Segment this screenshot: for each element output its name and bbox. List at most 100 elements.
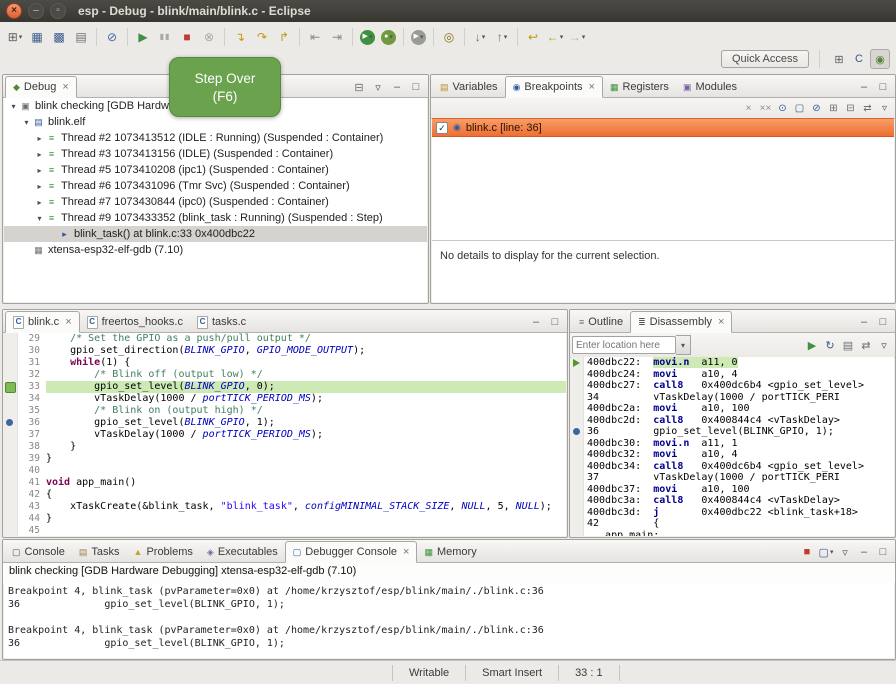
editor-annotation-ruler[interactable] bbox=[4, 453, 18, 465]
tab-modules[interactable]: ▣Modules bbox=[676, 77, 744, 97]
disassembly-line[interactable]: 37 vTaskDelay(1000 / portTICK_PERI bbox=[571, 472, 894, 484]
minimize-icon[interactable]: – bbox=[527, 313, 545, 331]
tab-freertos-hooks-c[interactable]: Cfreertos_hooks.c bbox=[80, 312, 190, 332]
view-menu-icon[interactable]: ▿ bbox=[876, 100, 893, 117]
collapse-all-icon[interactable]: ⊟ bbox=[350, 78, 368, 96]
disassembly-line[interactable]: 34 vTaskDelay(1000 / portTICK_PERI bbox=[571, 392, 894, 404]
view-menu-icon[interactable]: ▿ bbox=[875, 336, 893, 354]
debug-tree-item[interactable]: ▸blink_task() at blink.c:33 0x400dbc22 bbox=[4, 226, 427, 242]
view-menu-icon[interactable]: ▿ bbox=[836, 543, 854, 561]
quick-access-button[interactable]: Quick Access bbox=[721, 50, 809, 68]
skip-all-breakpoints-icon[interactable]: ⊘ bbox=[102, 27, 122, 47]
code-line[interactable]: /* Set the GPIO as a push/pull output */ bbox=[46, 333, 566, 345]
minimize-icon[interactable]: – bbox=[388, 78, 406, 96]
code-editor[interactable]: 29 /* Set the GPIO as a push/pull output… bbox=[4, 333, 566, 536]
disassembly-line[interactable]: 400dbc37: movi a10, 100 bbox=[571, 484, 894, 496]
instruction-stepping-icon[interactable]: ⇥ bbox=[327, 27, 347, 47]
tab-debugger-console[interactable]: ▢Debugger Console× bbox=[285, 541, 418, 563]
external-tools-icon[interactable]: ▶▾ bbox=[411, 30, 426, 45]
disassembly-line[interactable]: 400dbc3d: j 0x400dbc22 <blink_task+18> bbox=[571, 507, 894, 519]
minimize-icon[interactable]: – bbox=[855, 543, 873, 561]
breakpoint-checkbox[interactable]: ✓ bbox=[436, 122, 448, 134]
tab-variables[interactable]: ▤Variables bbox=[433, 77, 505, 97]
debug-tree-item[interactable]: ▸≡Thread #6 1073431096 (Tmr Svc) (Suspen… bbox=[4, 178, 427, 194]
debug-tree-item[interactable]: ▸≡Thread #5 1073410208 (ipc1) (Suspended… bbox=[4, 162, 427, 178]
disassembly-line[interactable]: 400dbc22: movi.n a11, 0 bbox=[571, 357, 894, 369]
tab-problems[interactable]: ▲Problems bbox=[127, 542, 200, 562]
minimize-icon[interactable]: – bbox=[855, 78, 873, 96]
tab-console[interactable]: ▢Console bbox=[5, 542, 72, 562]
maximize-icon[interactable]: □ bbox=[874, 313, 892, 331]
code-line[interactable]: /* Blink on (output high) */ bbox=[46, 405, 566, 417]
disassembly-line[interactable]: 400dbc34: call8 0x400dc6b4 <gpio_set_lev… bbox=[571, 461, 894, 473]
close-tab-icon[interactable]: × bbox=[589, 81, 595, 93]
terminate-icon[interactable]: ■ bbox=[177, 27, 197, 47]
editor-annotation-ruler[interactable] bbox=[4, 417, 18, 429]
location-dropdown-icon[interactable]: ▾ bbox=[676, 335, 691, 355]
code-line[interactable]: { bbox=[46, 489, 566, 501]
debug-icon[interactable]: ●▾ bbox=[381, 30, 396, 45]
show-source-icon[interactable]: ▤ bbox=[839, 336, 857, 354]
editor-annotation-ruler[interactable] bbox=[4, 489, 18, 501]
expand-arrow-icon[interactable]: ▸ bbox=[34, 198, 45, 207]
remove-all-breakpoints-icon[interactable]: ×× bbox=[757, 100, 774, 117]
debug-tree-item[interactable]: ▦xtensa-esp32-elf-gdb (7.10) bbox=[4, 242, 427, 258]
prev-annotation-icon[interactable]: ↑▾ bbox=[492, 27, 512, 47]
editor-annotation-ruler[interactable] bbox=[4, 333, 18, 345]
debug-tree-item[interactable]: ▸≡Thread #7 1073430844 (ipc0) (Suspended… bbox=[4, 194, 427, 210]
disassembly-line[interactable]: 42 { bbox=[571, 518, 894, 530]
disassembly-line[interactable]: 400dbc27: call8 0x400dc6b4 <gpio_set_lev… bbox=[571, 380, 894, 392]
debug-tree-item[interactable]: ▾≡Thread #9 1073433352 (blink_task : Run… bbox=[4, 210, 427, 226]
tab-executables[interactable]: ◈Executables bbox=[200, 542, 285, 562]
debug-tree-item[interactable]: ▸≡Thread #2 1073413512 (IDLE : Running) … bbox=[4, 130, 427, 146]
tab-registers[interactable]: ▦Registers bbox=[603, 77, 676, 97]
location-input[interactable] bbox=[572, 336, 676, 354]
disassembly-listing[interactable]: 400dbc22: movi.n a11, 0400dbc24: movi a1… bbox=[571, 357, 894, 536]
skip-all-breakpoints-icon[interactable]: ⊘ bbox=[808, 100, 825, 117]
close-tab-icon[interactable]: × bbox=[403, 546, 409, 558]
tab-outline[interactable]: ≡Outline bbox=[572, 312, 630, 332]
code-line[interactable]: gpio_set_level(BLINK_GPIO, 0); bbox=[46, 381, 566, 393]
code-line[interactable]: } bbox=[46, 441, 566, 453]
debug-perspective-button[interactable]: ◉ bbox=[870, 49, 890, 69]
disassembly-line[interactable]: 400dbc3a: call8 0x400844c4 <vTaskDelay> bbox=[571, 495, 894, 507]
close-tab-icon[interactable]: × bbox=[718, 316, 724, 328]
editor-annotation-ruler[interactable] bbox=[4, 357, 18, 369]
code-line[interactable]: while(1) { bbox=[46, 357, 566, 369]
disassembly-line[interactable]: 400dbc2a: movi a10, 100 bbox=[571, 403, 894, 415]
minimize-button[interactable]: – bbox=[28, 3, 44, 19]
refresh-icon[interactable]: ↻ bbox=[821, 336, 839, 354]
show-breakpoints-for-icon[interactable]: ⊙ bbox=[774, 100, 791, 117]
suspend-icon[interactable]: ▮▮ bbox=[155, 27, 175, 47]
expand-arrow-icon[interactable]: ▸ bbox=[34, 166, 45, 175]
editor-annotation-ruler[interactable] bbox=[4, 429, 18, 441]
disassembly-line[interactable]: app_main: bbox=[571, 530, 894, 537]
close-tab-icon[interactable]: × bbox=[62, 81, 68, 93]
open-perspective-icon[interactable]: ⊞ bbox=[830, 50, 848, 68]
forward-icon[interactable]: →▾ bbox=[567, 27, 587, 47]
editor-annotation-ruler[interactable] bbox=[4, 477, 18, 489]
maximize-button[interactable]: ▫ bbox=[50, 3, 66, 19]
debug-tree-item[interactable]: ▸≡Thread #3 1073413156 (IDLE) (Suspended… bbox=[4, 146, 427, 162]
editor-annotation-ruler[interactable] bbox=[4, 405, 18, 417]
expand-all-icon[interactable]: ⊞ bbox=[825, 100, 842, 117]
collapse-all-icon[interactable]: ⊟ bbox=[842, 100, 859, 117]
resume-icon[interactable]: ▶ bbox=[133, 27, 153, 47]
save-all-icon[interactable]: ▩ bbox=[49, 27, 69, 47]
remove-breakpoint-icon[interactable]: × bbox=[740, 100, 757, 117]
disassembly-line[interactable]: 400dbc2d: call8 0x400844c4 <vTaskDelay> bbox=[571, 415, 894, 427]
editor-annotation-ruler[interactable] bbox=[4, 525, 18, 536]
terminate-icon[interactable]: ■ bbox=[798, 543, 816, 561]
expand-arrow-icon[interactable]: ▾ bbox=[34, 214, 45, 223]
goto-pc-icon[interactable]: ▶ bbox=[803, 336, 821, 354]
console-output[interactable]: Breakpoint 4, blink_task (pvParameter=0x… bbox=[4, 583, 894, 658]
drop-to-frame-icon[interactable]: ⇤ bbox=[305, 27, 325, 47]
minimize-icon[interactable]: – bbox=[855, 313, 873, 331]
maximize-icon[interactable]: □ bbox=[874, 543, 892, 561]
editor-annotation-ruler[interactable] bbox=[4, 501, 18, 513]
go-to-file-icon[interactable]: ▢ bbox=[791, 100, 808, 117]
expand-arrow-icon[interactable]: ▾ bbox=[8, 102, 19, 111]
code-line[interactable]: /* Blink off (output low) */ bbox=[46, 369, 566, 381]
expand-arrow-icon[interactable]: ▾ bbox=[21, 118, 32, 127]
disconnect-icon[interactable]: ⊗ bbox=[199, 27, 219, 47]
